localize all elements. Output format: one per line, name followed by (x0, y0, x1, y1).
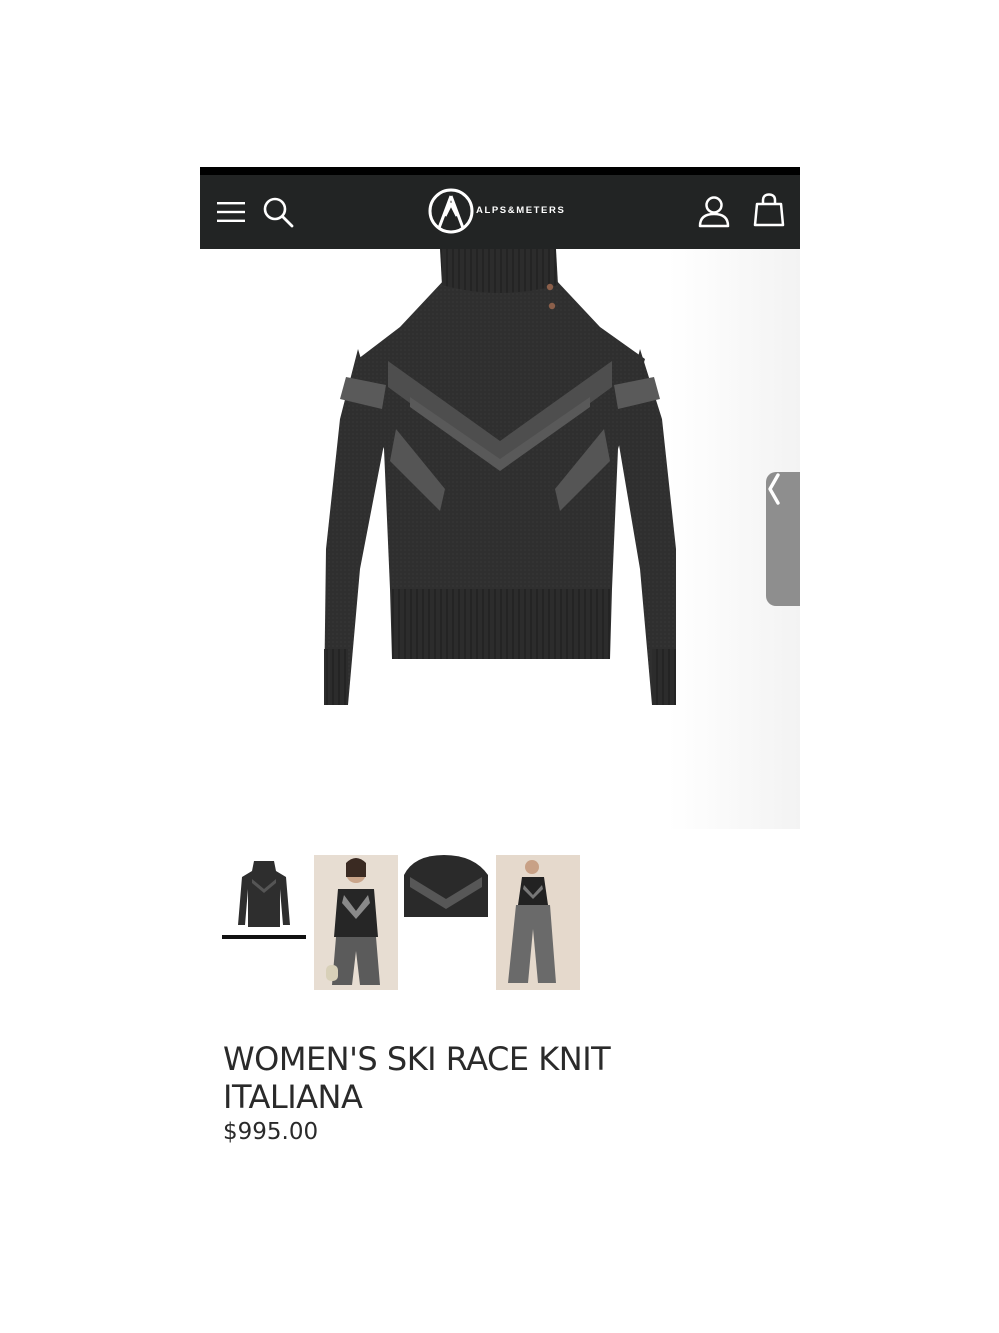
sweater-image (324, 249, 676, 705)
search-icon[interactable] (262, 196, 294, 228)
product-title: WOMEN'S SKI RACE KNIT ITALIANA (223, 1040, 611, 1117)
product-price: $995.00 (223, 1119, 319, 1145)
thumbnail-model-front (314, 855, 398, 990)
status-bar (200, 167, 800, 175)
brand-name: ALPS&METERS (476, 205, 566, 216)
product-thumbnails (222, 855, 582, 991)
thumbnail-sweater-front (238, 861, 290, 927)
account-icon[interactable] (697, 194, 731, 228)
shopping-bag-icon[interactable] (753, 193, 785, 227)
thumbnail-2[interactable] (314, 855, 398, 990)
selected-thumbnail-indicator (222, 935, 306, 939)
thumbnail-1[interactable] (222, 855, 306, 990)
product-main-image[interactable] (200, 249, 800, 829)
menu-icon[interactable] (216, 199, 246, 225)
site-header: ALPS&METERS (200, 175, 800, 249)
thumbnail-model-full (496, 855, 580, 990)
thumbnail-sweater-detail (404, 855, 488, 917)
brand-logo[interactable]: ALPS&METERS (428, 188, 578, 236)
chevron-left-icon (768, 473, 780, 505)
mobile-viewport: ALPS&METERS WOMEN'S SKI RACE KNIT ITALIA… (200, 167, 800, 1167)
brand-logo-mark-icon (428, 188, 474, 234)
thumbnail-4[interactable] (496, 855, 580, 990)
thumbnail-3[interactable] (404, 855, 488, 990)
drawer-toggle-tab[interactable] (766, 472, 800, 606)
